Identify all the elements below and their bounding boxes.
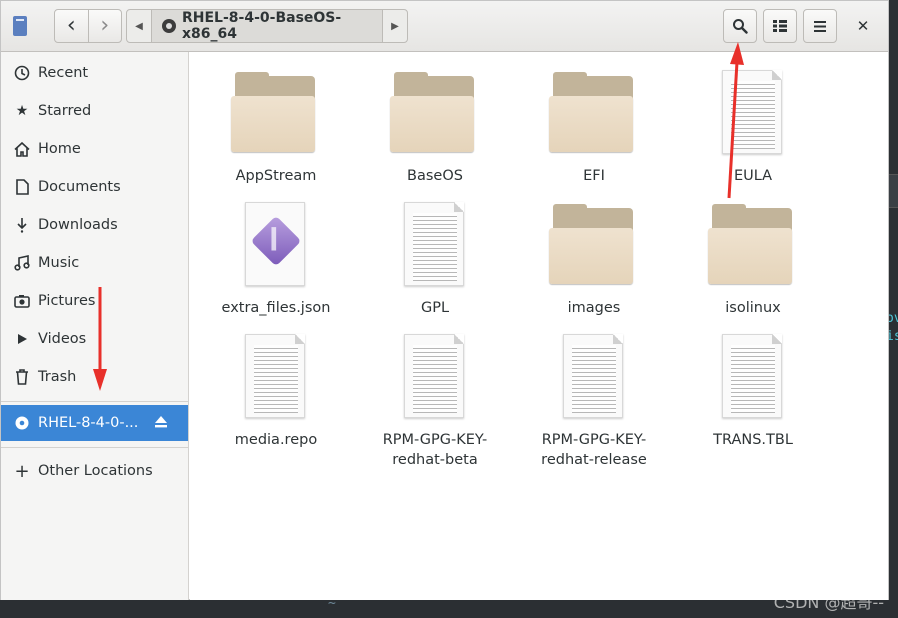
text-document-icon [390, 202, 480, 292]
chevron-right-icon: › [100, 13, 110, 38]
files-app-icon [13, 16, 27, 36]
trash-icon [13, 368, 31, 386]
music-icon [13, 254, 31, 272]
file-item-efi[interactable]: EFI [514, 70, 674, 186]
terminal-scroll-strip [888, 174, 898, 208]
sidebar-item-pictures[interactable]: Pictures [1, 282, 188, 320]
path-scroll-right-button[interactable]: ▶ [383, 10, 407, 42]
search-icon [733, 19, 748, 34]
sidebar-item-label: Home [38, 141, 81, 157]
forward-button[interactable]: › [89, 10, 122, 42]
sidebar-item-label: Videos [38, 331, 87, 347]
file-item-baseos[interactable]: BaseOS [355, 70, 515, 186]
back-button[interactable]: ‹ [55, 10, 89, 42]
folder-icon [231, 70, 321, 160]
star-icon: ★ [15, 103, 29, 119]
text-document-icon [708, 70, 798, 160]
file-item-gpl[interactable]: GPL [355, 202, 515, 318]
header-bar: ‹ › ◀ RHEL-8-4-0-BaseOS-x86_64 ▶ ✕ [1, 1, 888, 52]
text-document-icon [390, 334, 480, 424]
folder-icon [549, 202, 639, 292]
file-label: RPM-GPG-KEY-redhat-beta [382, 432, 488, 468]
sidebar-item-label: Trash [38, 369, 77, 385]
sidebar-item-downloads[interactable]: Downloads [1, 206, 188, 244]
sidebar-separator [1, 401, 188, 402]
folder-icon [549, 70, 639, 160]
path-scroll-left-button[interactable]: ◀ [127, 10, 151, 42]
file-manager-window: ‹ › ◀ RHEL-8-4-0-BaseOS-x86_64 ▶ ✕ Recen… [0, 0, 889, 600]
view-toggle-button[interactable] [763, 9, 797, 43]
text-document-icon [549, 334, 639, 424]
file-label: isolinux [725, 300, 781, 316]
download-icon [13, 216, 31, 234]
file-label: BaseOS [407, 168, 463, 184]
document-icon [13, 178, 31, 196]
file-label: extra_files.json [221, 300, 331, 316]
sidebar-item-label: Downloads [38, 217, 118, 233]
sidebar-item-videos[interactable]: Videos [1, 320, 188, 358]
sidebar-item-label: RHEL-8-4-0-... [38, 415, 139, 431]
disc-icon [162, 19, 176, 33]
sidebar-item-label: Music [38, 255, 80, 271]
file-item-trans-tbl[interactable]: TRANS.TBL [673, 334, 833, 450]
sidebar-item-rhel-disc[interactable]: RHEL-8-4-0-... [1, 405, 188, 441]
file-grid: AppStream BaseOS EFI EULA extra_files.js… [190, 52, 888, 600]
sidebar-separator [1, 447, 188, 448]
file-label: AppStream [235, 168, 317, 184]
list-view-icon [773, 20, 787, 32]
json-file-icon [231, 202, 321, 292]
sidebar-item-label: Other Locations [38, 463, 153, 479]
path-crumb-current[interactable]: RHEL-8-4-0-BaseOS-x86_64 [151, 10, 383, 42]
hamburger-icon [814, 20, 826, 32]
file-item-media-repo[interactable]: media.repo [196, 334, 356, 450]
file-item-isolinux[interactable]: isolinux [673, 202, 833, 318]
file-label: media.repo [234, 432, 318, 448]
eject-icon[interactable] [154, 415, 168, 431]
sidebar-item-home[interactable]: Home [1, 130, 188, 168]
sidebar-item-label: Pictures [38, 293, 96, 309]
path-bar: ◀ RHEL-8-4-0-BaseOS-x86_64 ▶ [126, 9, 408, 43]
file-item-appstream[interactable]: AppStream [196, 70, 356, 186]
clock-icon [13, 64, 31, 82]
sidebar: Recent ★ Starred Home Documents Download… [1, 52, 189, 600]
file-label: EULA [733, 168, 773, 184]
sidebar-item-recent[interactable]: Recent [1, 54, 188, 92]
file-item-rpm-gpg-key-redhat-release[interactable]: RPM-GPG-KEY-redhat-release [514, 334, 674, 470]
file-label: TRANS.TBL [713, 432, 793, 448]
file-label: RPM-GPG-KEY-redhat-release [541, 432, 647, 468]
menu-button[interactable] [803, 9, 837, 43]
camera-icon [13, 292, 31, 310]
path-crumb-label: RHEL-8-4-0-BaseOS-x86_64 [182, 10, 342, 42]
file-label: EFI [583, 168, 605, 184]
sidebar-item-trash[interactable]: Trash [1, 358, 188, 396]
file-label: images [567, 300, 621, 316]
video-icon [13, 330, 31, 348]
folder-icon [390, 70, 480, 160]
search-button[interactable] [723, 9, 757, 43]
close-icon: ✕ [856, 17, 870, 35]
file-item-extra-files-json[interactable]: extra_files.json [196, 202, 356, 318]
home-icon [13, 140, 31, 158]
close-button[interactable]: ✕ [853, 16, 873, 36]
sidebar-item-other-locations[interactable]: + Other Locations [1, 452, 188, 490]
disc-icon [13, 414, 31, 432]
sidebar-item-label: Documents [38, 179, 121, 195]
file-item-images[interactable]: images [514, 202, 674, 318]
text-document-icon [708, 334, 798, 424]
text-document-icon [231, 334, 321, 424]
sidebar-item-music[interactable]: Music [1, 244, 188, 282]
folder-icon [708, 202, 798, 292]
file-item-rpm-gpg-key-redhat-beta[interactable]: RPM-GPG-KEY-redhat-beta [355, 334, 515, 470]
sidebar-item-starred[interactable]: ★ Starred [1, 92, 188, 130]
sidebar-item-label: Recent [38, 65, 89, 81]
sidebar-item-label: Starred [38, 103, 92, 119]
plus-icon: + [14, 460, 30, 482]
chevron-left-icon: ‹ [66, 13, 76, 38]
sidebar-item-documents[interactable]: Documents [1, 168, 188, 206]
navigation-buttons: ‹ › [54, 9, 122, 43]
file-item-eula[interactable]: EULA [673, 70, 833, 186]
file-label: GPL [420, 300, 450, 316]
